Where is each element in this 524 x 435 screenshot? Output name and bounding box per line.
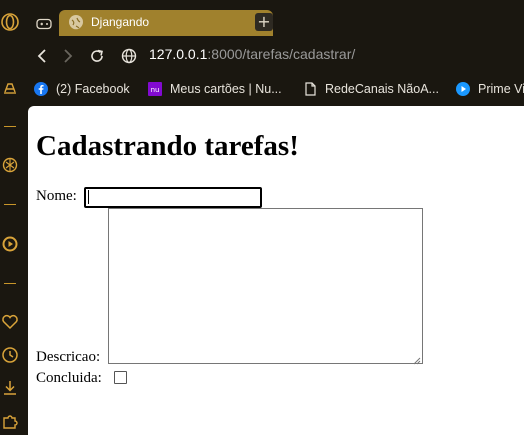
reload-icon[interactable] — [87, 46, 107, 66]
site-info-icon[interactable] — [119, 46, 139, 66]
svg-text:nu: nu — [151, 86, 160, 94]
nubank-icon: nu — [148, 82, 162, 96]
opera-logo-icon[interactable] — [0, 12, 20, 32]
bookmark-label: (2) Facebook — [56, 82, 130, 96]
page-title: Cadastrando tarefas! — [36, 130, 299, 162]
url-host: 127.0.0.1 — [149, 46, 208, 62]
downloads-icon[interactable] — [0, 378, 20, 398]
bookmark-label: Prime Vi — [478, 82, 524, 96]
bookmark-facebook[interactable]: (2) Facebook — [34, 78, 130, 100]
tab-djangando[interactable]: Djangando — [59, 10, 273, 36]
nome-label: Nome: — [36, 188, 77, 204]
bookmark-label: RedeCanais NãoA... — [325, 82, 439, 96]
sidebar-divider — [4, 204, 16, 205]
globe-icon — [69, 15, 83, 30]
prime-video-icon — [456, 82, 470, 96]
concluida-checkbox[interactable] — [114, 371, 127, 384]
bookmark-redecanais[interactable]: RedeCanais NãoA... — [303, 78, 439, 100]
music-player-icon[interactable] — [0, 234, 20, 254]
bookmark-label: Meus cartões | Nu... — [170, 82, 282, 96]
sidebar-divider — [4, 283, 16, 284]
sidebar-divider — [4, 126, 16, 127]
forward-arrow-icon[interactable] — [58, 46, 78, 66]
heart-icon[interactable] — [0, 312, 20, 332]
facebook-icon — [34, 82, 48, 96]
descricao-label: Descricao: — [36, 349, 101, 365]
resize-grip-icon[interactable] — [412, 352, 421, 370]
page-content: Cadastrando tarefas! Nome: Descricao: Co… — [28, 106, 524, 435]
gamepad-icon[interactable] — [36, 15, 52, 34]
bookmark-prime-video[interactable]: Prime Vi — [456, 78, 524, 100]
bookmark-nubank[interactable]: nu Meus cartões | Nu... — [148, 78, 282, 100]
url-path: :8000/tarefas/cadastrar/ — [207, 46, 356, 62]
new-tab-button[interactable]: + — [255, 13, 273, 31]
back-arrow-icon[interactable] — [32, 46, 52, 66]
tab-strip: Djangando + — [28, 0, 524, 40]
chatgpt-icon[interactable] — [0, 155, 20, 175]
extensions-icon[interactable] — [0, 411, 20, 431]
address-bar[interactable]: 127.0.0.1:8000/tarefas/cadastrar/ — [149, 46, 355, 62]
bookmarks-bar: (2) Facebook nu Meus cartões | Nu... Red… — [28, 78, 524, 100]
tab-title: Djangando — [91, 15, 150, 29]
nome-input[interactable] — [84, 187, 262, 208]
aria-ai-icon[interactable] — [0, 78, 20, 98]
browser-sidebar — [0, 0, 28, 435]
navigation-toolbar: 127.0.0.1:8000/tarefas/cadastrar/ — [28, 40, 524, 72]
text-caret — [88, 190, 89, 204]
concluida-label: Concluida: — [36, 370, 102, 386]
descricao-textarea[interactable] — [108, 208, 423, 364]
document-icon — [303, 82, 317, 96]
history-clock-icon[interactable] — [0, 345, 20, 365]
